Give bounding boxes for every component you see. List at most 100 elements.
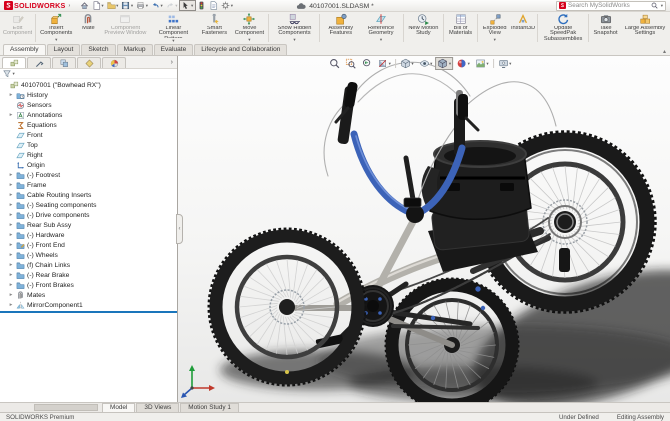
tree-expand-arrow[interactable]: ▸: [8, 212, 14, 218]
tree-expand-arrow[interactable]: ▸: [8, 172, 14, 178]
tab-sketch[interactable]: Sketch: [81, 44, 116, 55]
search-box[interactable]: Search MySolidWorks ▾: [556, 0, 666, 11]
home-button[interactable]: [78, 0, 90, 11]
zoom-fit-button[interactable]: [327, 57, 342, 70]
view-settings-button[interactable]: ▾: [496, 57, 514, 70]
tree-item-top[interactable]: Top: [0, 140, 177, 150]
save-button[interactable]: ▾: [120, 0, 135, 11]
section-view-button[interactable]: ▾: [375, 57, 393, 70]
tree-item-front[interactable]: Front: [0, 130, 177, 140]
tree-item-wheels[interactable]: ▸ (-) Wheels: [0, 250, 177, 260]
tree-item-footrest[interactable]: ▸ (-) Footrest: [0, 170, 177, 180]
hide-show-items-button[interactable]: ▾: [417, 57, 435, 70]
tree-item-front-end[interactable]: ▸ (-) Front End: [0, 240, 177, 250]
select-button[interactable]: ▾: [178, 0, 196, 11]
tree-expand-arrow[interactable]: ▸: [8, 292, 14, 298]
tree-item-drive-components[interactable]: ▸ (-) Drive components: [0, 210, 177, 220]
tree-item-rear-sub-assy[interactable]: ▸ Rear Sub Assy: [0, 220, 177, 230]
menu-expand-arrow-icon[interactable]: ›: [69, 3, 71, 9]
mate-button[interactable]: Mate: [75, 12, 101, 44]
bill-of-materials-button[interactable]: Bill of Materials: [445, 12, 477, 44]
assembly-features-button[interactable]: Assembly Features: [321, 12, 360, 44]
tab-evaluate[interactable]: Evaluate: [153, 44, 194, 55]
new-motion-study-button[interactable]: New Motion Study: [405, 12, 442, 44]
undo-button[interactable]: ▾: [149, 0, 164, 11]
tree-item-history[interactable]: ▸ History: [0, 90, 177, 100]
tree-item-hardware[interactable]: ▸ (-) Hardware: [0, 230, 177, 240]
tab-assembly[interactable]: Assembly: [3, 44, 46, 55]
move-component-button[interactable]: Move Component ▾: [231, 12, 267, 44]
open-button[interactable]: ▾: [105, 0, 120, 11]
tree-expand-arrow[interactable]: ▸: [8, 232, 14, 238]
tree-expand-arrow[interactable]: ▸: [8, 92, 14, 98]
tree-root-item[interactable]: 40107001 ("Bowhead RX"): [0, 80, 177, 90]
tree-expand-arrow[interactable]: ▸: [8, 112, 14, 118]
large-assembly-settings-button[interactable]: Large Assembly Settings: [621, 12, 669, 44]
model-seat[interactable]: [421, 140, 538, 272]
smart-fasteners-button[interactable]: Smart Fasteners: [197, 12, 231, 44]
displaymanager-tab[interactable]: [102, 57, 126, 68]
previous-view-button[interactable]: [359, 57, 374, 70]
show-hidden-components-button[interactable]: Show Hidden Components ▾: [270, 12, 318, 44]
tree-item-mates[interactable]: ▸ Mates: [0, 290, 177, 300]
tree-rollback-bar[interactable]: [0, 311, 177, 313]
search-icon[interactable]: [651, 2, 658, 9]
bowhead-rx-3d-model[interactable]: [178, 56, 670, 402]
reference-geometry-button[interactable]: Reference Geometry ▾: [360, 12, 402, 44]
configurationmanager-tab[interactable]: [52, 57, 76, 68]
model-derailleur[interactable]: [559, 248, 570, 272]
zoom-area-button[interactable]: [343, 57, 358, 70]
update-speedpak-subassemblies-button[interactable]: Update SpeedPak Subassemblies: [539, 12, 587, 44]
apply-scene-button[interactable]: ▾: [473, 57, 491, 70]
new-document-button[interactable]: ▾: [90, 0, 105, 11]
insert-components-button[interactable]: Insert Components ▾: [37, 12, 75, 44]
display-style-button[interactable]: ▾: [398, 57, 416, 70]
filter-funnel-icon[interactable]: [3, 70, 11, 78]
panel-splitter-handle[interactable]: ‹: [176, 214, 183, 244]
redo-button[interactable]: ▾: [164, 0, 179, 11]
linear-component-pattern-button[interactable]: Linear Component Pattern▾: [149, 12, 197, 44]
model-bike-computer[interactable]: [403, 197, 422, 208]
graphics-viewport[interactable]: ▾ ▾ ▾ ▾ ▾ ▾ ▾: [178, 56, 670, 402]
tree-expand-arrow[interactable]: ▸: [8, 202, 14, 208]
tab-lifecycle-and-collaboration[interactable]: Lifecycle and Collaboration: [194, 44, 288, 55]
instant3d-button[interactable]: Instant3D: [510, 12, 536, 44]
tree-expand-arrow[interactable]: ▸: [8, 302, 14, 308]
tree-item-front-brakes[interactable]: ▸ (-) Front Brakes: [0, 280, 177, 290]
doc-tab-motion-study-1[interactable]: Motion Study 1: [180, 403, 239, 412]
propertymanager-tab[interactable]: [27, 57, 51, 68]
tree-expand-arrow[interactable]: ▸: [8, 262, 14, 268]
panel-expand-icon[interactable]: ›: [169, 59, 175, 66]
filter-caret-icon[interactable]: ▾: [13, 71, 15, 77]
tab-markup[interactable]: Markup: [116, 44, 153, 55]
tree-expand-arrow[interactable]: ▸: [8, 272, 14, 278]
tree-item-origin[interactable]: Origin: [0, 160, 177, 170]
tree-item-right[interactable]: Right: [0, 150, 177, 160]
doc-tab-3d-views[interactable]: 3D Views: [136, 403, 180, 412]
tree-item-mirrorcomponent1[interactable]: ▸ MirrorComponent1: [0, 300, 177, 310]
doc-tab-model[interactable]: Model: [102, 403, 136, 412]
tree-item-equations[interactable]: Equations: [0, 120, 177, 130]
search-scope-caret-icon[interactable]: ▾: [661, 3, 663, 9]
rebuild-button[interactable]: [196, 0, 208, 11]
collapse-ribbon-icon[interactable]: ▴: [663, 48, 666, 55]
tree-expand-arrow[interactable]: ▸: [8, 282, 14, 288]
tab-layout[interactable]: Layout: [46, 44, 81, 55]
tree-expand-arrow[interactable]: ▸: [8, 182, 14, 188]
file-properties-button[interactable]: [208, 0, 220, 11]
print-button[interactable]: ▾: [135, 0, 150, 11]
tree-item-sensors[interactable]: Sensors: [0, 100, 177, 110]
dimxpertmanager-tab[interactable]: [77, 57, 101, 68]
search-input[interactable]: Search MySolidWorks: [568, 2, 649, 9]
tree-item-f-chain-links[interactable]: ▸ (f) Chain Links: [0, 260, 177, 270]
tree-item-cable-routing-inserts[interactable]: ▸ Cable Routing Inserts: [0, 190, 177, 200]
tree-item-seating-components[interactable]: ▸ (-) Seating components: [0, 200, 177, 210]
tab-splitter[interactable]: [34, 404, 98, 411]
featuremanager-tab[interactable]: [2, 57, 26, 68]
options-button[interactable]: ▾: [220, 0, 235, 11]
tree-item-frame[interactable]: ▸ Frame: [0, 180, 177, 190]
tree-filter-row[interactable]: ▾: [0, 69, 177, 79]
tree-expand-arrow[interactable]: ▸: [8, 222, 14, 228]
edit-appearance-button[interactable]: ▾: [454, 57, 472, 70]
take-snapshot-button[interactable]: Take Snapshot: [590, 12, 621, 44]
